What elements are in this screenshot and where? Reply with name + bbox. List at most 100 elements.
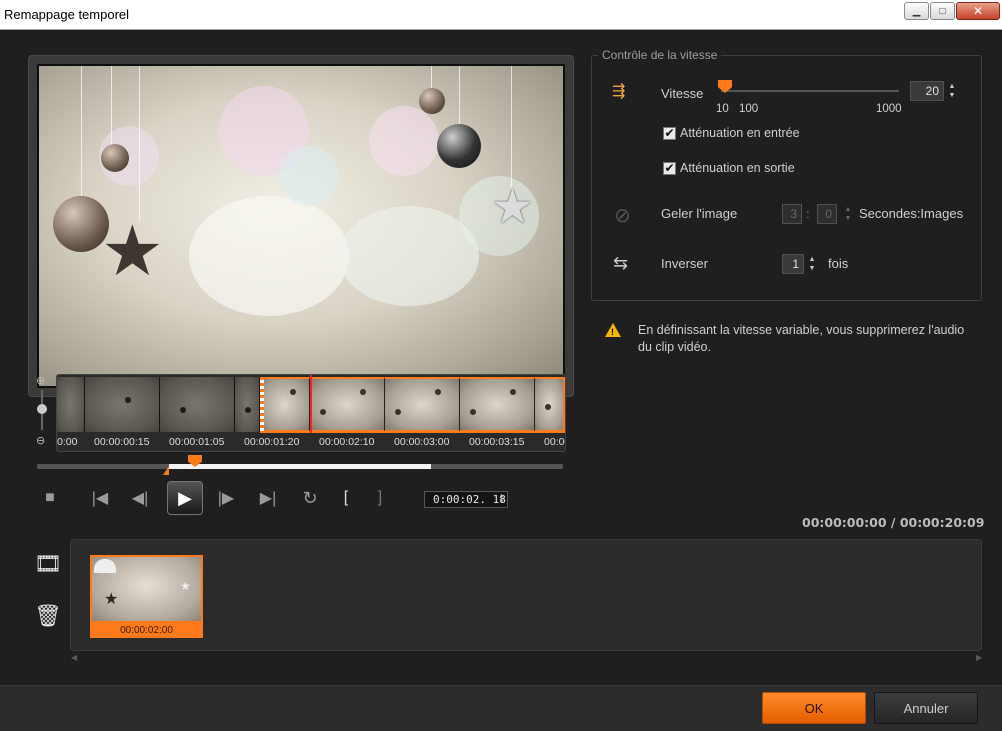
timeline-tick: 00:00:03:15 (469, 436, 525, 448)
clip-item[interactable]: ★ ★ 00:00:02:00 (90, 555, 203, 640)
spin-up-icon[interactable]: ▲ (946, 82, 958, 91)
warning-icon-mark: ! (611, 327, 614, 337)
ornament-string (139, 66, 140, 221)
play-button[interactable]: ▶ (167, 481, 203, 515)
spin-down-icon[interactable]: ▼ (842, 214, 854, 223)
timeline-strip[interactable]: 0:00 00:00:00:15 00:00:01:05 00:00:01:20… (56, 374, 566, 452)
timeline-thumbnail (260, 377, 310, 432)
fade-out-label[interactable]: Atténuation en sortie (680, 161, 795, 175)
timeline-thumbnail (85, 377, 160, 432)
ok-button[interactable]: OK (762, 692, 866, 724)
fade-in-label[interactable]: Atténuation en entrée (680, 126, 800, 140)
film-icon[interactable]: 🎞 (34, 551, 62, 579)
mark-out-button[interactable]: ] (370, 481, 390, 515)
bokeh-light (369, 106, 439, 176)
warning-message: En définissant la vitesse variable, vous… (638, 323, 965, 354)
ornament-ball (101, 144, 129, 172)
spin-up-icon[interactable]: ▲ (842, 205, 854, 214)
spin-down-icon[interactable]: ▼ (497, 499, 506, 505)
freeze-separator: : (806, 206, 810, 221)
reverse-icon: ⇆ (613, 253, 629, 273)
spin-down-icon[interactable]: ▼ (806, 264, 818, 273)
freeze-spinner[interactable]: ▲ ▼ (842, 205, 854, 225)
go-to-end-button[interactable]: ▶| (256, 481, 280, 515)
timeline-tick: 00:00:03:00 (394, 436, 450, 448)
reverse-spinner[interactable]: ▲ ▼ (806, 255, 818, 275)
speed-spinner[interactable]: ▲ ▼ (946, 82, 958, 102)
scrub-bar[interactable] (37, 455, 563, 475)
timecode-value: 0:00:02. 18 (433, 493, 506, 506)
timeline-thumbnail (235, 377, 260, 432)
maximize-button[interactable]: □ (930, 2, 955, 20)
speed-scale-min: 10 (716, 103, 729, 115)
speed-control-title: Contrôle de la vitesse (598, 48, 722, 62)
close-button[interactable]: ✕ (956, 2, 1000, 20)
timeline-zoom: ⊕ ⊖ (34, 374, 50, 452)
timecode-field[interactable]: 0:00:02. 18 ▲ ▼ (424, 491, 508, 508)
speed-scale-mid: 100 (739, 103, 759, 115)
minimize-button[interactable]: ▁ (904, 2, 929, 20)
timecode-spinner[interactable]: ▲ ▼ (497, 493, 506, 506)
fade-out-checkbox[interactable]: ✔ (663, 162, 676, 175)
timeline-tick: 0:00 (57, 436, 78, 448)
mark-in-button[interactable]: [ (336, 481, 356, 515)
spin-up-icon[interactable]: ▲ (806, 255, 818, 264)
stop-button[interactable]: ■ (38, 481, 62, 515)
zoom-slider-handle[interactable] (37, 404, 47, 414)
star-ornament: ★ (180, 579, 191, 593)
fade-in-checkbox[interactable]: ✔ (663, 127, 676, 140)
bin-scroll-right-icon[interactable]: ▶ (976, 653, 982, 662)
clip-bin: ★ ★ 00:00:02:00 (70, 539, 982, 651)
speed-value-input[interactable]: 20 (910, 81, 944, 101)
next-frame-button[interactable]: |▶ (214, 481, 238, 515)
bokeh-light (189, 196, 349, 316)
spin-down-icon[interactable]: ▼ (946, 91, 958, 100)
zoom-in-icon[interactable]: ⊕ (36, 374, 45, 387)
timeline-tick: 00:00:01:20 (244, 436, 300, 448)
speed-slider-track[interactable] (721, 90, 899, 92)
timeline-tick: 00:00:0 (544, 436, 565, 448)
reverse-label: Inverser (661, 256, 708, 271)
ornament-string (459, 66, 460, 126)
timeline-tick: 00:00:02:10 (319, 436, 375, 448)
timeline-tick: 00:00:00:15 (94, 436, 150, 448)
dialog-footer: OK Annuler (0, 685, 1002, 731)
selection-right-edge (563, 377, 565, 432)
timeline-thumbnail (310, 377, 385, 432)
timeline-thumbnail (385, 377, 460, 432)
timeline-playhead[interactable] (310, 375, 312, 433)
ornament-string (81, 66, 82, 196)
star-ornament: ★ (491, 181, 535, 234)
star-ornament: ★ (104, 591, 119, 608)
speed-scale-max: 1000 (876, 103, 902, 115)
trim-in-marker[interactable] (163, 466, 169, 475)
trash-icon[interactable]: 🗑 (34, 603, 62, 631)
timeline-thumbnail (535, 377, 565, 432)
clip-duration-label: 00:00:02:00 (90, 623, 203, 638)
clip-badge-icon (94, 559, 116, 573)
ornament-string (511, 66, 512, 188)
speed-label: Vitesse (661, 86, 704, 101)
speed-segment-edge[interactable] (260, 377, 264, 432)
go-to-start-button[interactable]: |◀ (88, 481, 112, 515)
freeze-frame-label: Geler l'image (661, 206, 738, 221)
clip-thumbnail[interactable]: ★ ★ (90, 555, 203, 623)
freeze-seconds-input[interactable]: 3 (782, 204, 802, 224)
previous-frame-button[interactable]: ◀| (128, 481, 152, 515)
freeze-frames-input[interactable]: 0 (817, 204, 837, 224)
freeze-frame-icon: ⊘ (614, 205, 631, 227)
bin-scroll-left-icon[interactable]: ◀ (71, 653, 77, 662)
ornament-string (111, 66, 112, 150)
duration-readout: 00:00:00:00 / 00:00:20:09 (802, 515, 985, 530)
video-preview[interactable]: ★ ★ (37, 64, 565, 388)
reverse-count-input[interactable]: 1 (782, 254, 804, 274)
bokeh-light (279, 146, 339, 206)
preview-frame: ★ ★ (28, 55, 574, 397)
ornament-string (431, 66, 432, 90)
zoom-out-icon[interactable]: ⊖ (36, 434, 45, 447)
running-man-icon: ⇶ (612, 83, 626, 100)
timeline-thumbnail (460, 377, 535, 432)
star-ornament: ★ (101, 212, 164, 290)
cancel-button[interactable]: Annuler (874, 692, 978, 724)
repeat-button[interactable]: ↻ (298, 481, 322, 515)
